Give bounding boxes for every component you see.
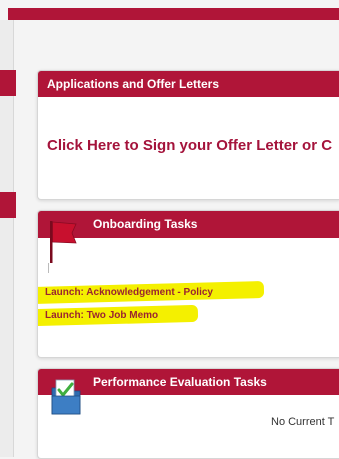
task-link-two-job-memo[interactable]: Launch: Two Job Memo	[45, 310, 158, 321]
sign-offer-letter-link[interactable]: Click Here to Sign your Offer Letter or …	[47, 137, 332, 154]
applications-panel-header: Applications and Offer Letters	[38, 71, 339, 97]
performance-panel-title: Performance Evaluation Tasks	[93, 375, 267, 389]
folder-checkmark-icon	[51, 379, 81, 415]
onboarding-panel-header: Onboarding Tasks	[38, 211, 339, 238]
performance-panel: Performance Evaluation Tasks No Current …	[37, 368, 339, 459]
sidebar-tab[interactable]	[0, 70, 16, 96]
top-banner-bar	[8, 8, 339, 20]
onboarding-panel-title: Onboarding Tasks	[93, 217, 198, 231]
task-link-acknowledgement-policy[interactable]: Launch: Acknowledgement - Policy	[45, 287, 213, 298]
red-flag-icon	[50, 221, 77, 263]
sidebar-tab[interactable]	[0, 192, 16, 218]
performance-panel-header: Performance Evaluation Tasks	[38, 369, 339, 395]
no-current-tasks-text: No Current T	[271, 416, 335, 428]
applications-panel-title: Applications and Offer Letters	[47, 77, 220, 91]
onboarding-panel: Onboarding Tasks Launch: Acknowledgement…	[37, 210, 339, 358]
applications-panel: Applications and Offer Letters Click Her…	[37, 70, 339, 200]
